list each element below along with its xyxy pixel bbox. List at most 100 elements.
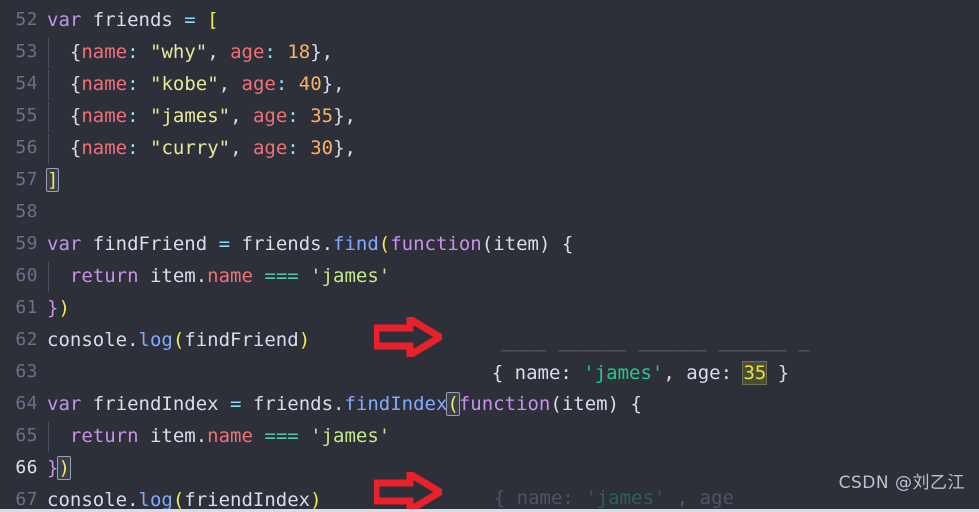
code-content[interactable]: var friends = [ {name: "why", age: 18}, … — [45, 4, 979, 512]
token-method-find: find — [333, 233, 379, 255]
token-property: name — [81, 137, 128, 159]
token-brace-close: } — [47, 297, 59, 319]
indent-guide — [48, 262, 49, 292]
output-close-brace: } — [766, 362, 790, 384]
token-brace: { — [69, 73, 82, 95]
code-line-56[interactable]: {name: "curry", age: 30}, — [47, 132, 979, 164]
token-brace-close: }, — [333, 137, 356, 159]
token-number: 30 — [298, 137, 334, 159]
token-property: name — [207, 265, 253, 287]
token-string: 'james' — [310, 425, 391, 447]
token-number: 35 — [298, 105, 334, 127]
token-colon: : — [275, 73, 288, 95]
line-number: 60 — [15, 265, 38, 286]
token-argument: findFriend — [184, 329, 299, 351]
code-line-54[interactable]: {name: "kobe", age: 40}, — [47, 68, 979, 100]
code-line-55[interactable]: {name: "james", age: 35}, — [47, 100, 979, 132]
token-comma: , — [230, 105, 253, 127]
token-keyword-function: function — [390, 233, 482, 255]
code-line-57[interactable]: ] — [45, 164, 979, 196]
code-line-65[interactable]: return item.name === 'james' — [47, 420, 979, 452]
token-equality: === — [252, 265, 311, 287]
output-key-name: name: — [514, 362, 584, 384]
token-keyword-return: return — [69, 265, 139, 287]
token-operator: = — [184, 9, 196, 31]
token-paren-close: ) — [298, 329, 311, 351]
indent-guide — [48, 422, 49, 452]
token-colon: : — [127, 41, 139, 63]
token-brace: { — [69, 41, 82, 63]
code-line-52[interactable]: var friends = [ — [47, 4, 979, 36]
line-number: 63 — [15, 361, 38, 382]
token-string: "curry" — [138, 137, 231, 159]
token-object: friends. — [230, 233, 334, 255]
token-bracket-matched: ] — [45, 168, 60, 192]
token-identifier: friendIndex — [81, 393, 231, 415]
token-object-console: console. — [47, 489, 139, 511]
code-line-60[interactable]: return item.name === 'james' — [47, 260, 979, 292]
token-keyword: var — [47, 393, 82, 415]
token-brace-close: }, — [321, 73, 345, 95]
token-number: 18 — [275, 41, 311, 63]
code-editor[interactable]: 52 53 54 55 56 57 58 59 60 61 62 63 64 6… — [0, 0, 979, 512]
token-keyword: var — [47, 9, 82, 31]
token-string: 'james' — [310, 265, 391, 287]
token-property: name — [81, 41, 128, 63]
token-property: age — [252, 105, 288, 127]
line-number: 58 — [15, 201, 38, 222]
indent-guide — [48, 134, 49, 164]
line-number: 67 — [15, 489, 38, 510]
token-object: item. — [138, 265, 208, 287]
arrow-right-icon — [374, 317, 442, 357]
code-line-58[interactable] — [47, 196, 979, 228]
token-method-log: log — [138, 489, 173, 511]
token-comma: , — [218, 73, 242, 95]
token-bracket: [ — [195, 9, 219, 31]
line-number: 52 — [15, 9, 38, 30]
token-paren-close: ) — [310, 489, 322, 511]
inline-output-findfriend: { name: 'james', age: 35 } — [446, 325, 789, 421]
token-property: age — [230, 41, 265, 63]
token-colon: : — [127, 73, 139, 95]
line-number: 56 — [15, 137, 38, 158]
line-number-gutter: 52 53 54 55 56 57 58 59 60 61 62 63 64 6… — [0, 0, 47, 512]
token-brace-close: }, — [310, 41, 334, 63]
token-colon: : — [264, 41, 276, 63]
indent-guide — [48, 38, 49, 68]
token-method-log: log — [138, 329, 173, 351]
arrow-right-icon — [374, 472, 442, 512]
annotation-arrow-findfriend — [374, 317, 442, 357]
code-line-61[interactable]: }) — [47, 292, 979, 324]
indent-guide — [48, 102, 49, 132]
token-paren: ( — [172, 329, 185, 351]
token-argument: friendIndex — [184, 489, 311, 511]
token-keyword: var — [47, 233, 82, 255]
annotation-arrow-friendindex — [374, 472, 442, 512]
token-colon: : — [287, 105, 299, 127]
token-identifier: findFriend — [81, 233, 219, 255]
code-line-59[interactable]: var findFriend = friends.find(function(i… — [47, 228, 979, 260]
token-keyword-return: return — [69, 425, 139, 447]
token-identifier: friends — [81, 9, 185, 31]
line-number: 59 — [15, 233, 38, 254]
token-colon: : — [127, 105, 139, 127]
line-number: 53 — [15, 41, 38, 62]
token-equality: === — [252, 425, 311, 447]
token-string: "james" — [138, 105, 231, 127]
code-line-53[interactable]: {name: "why", age: 18}, — [47, 36, 979, 68]
token-object: friends. — [241, 393, 345, 415]
token-object-console: console. — [47, 329, 139, 351]
token-paren-close: ) — [58, 297, 70, 319]
line-number: 54 — [15, 73, 38, 94]
token-operator: = — [218, 233, 231, 255]
line-number: 61 — [15, 297, 38, 318]
token-property: name — [81, 73, 128, 95]
output-separator: , — [663, 362, 687, 384]
token-colon: : — [287, 137, 299, 159]
token-comma: , — [207, 41, 231, 63]
token-method-findindex: findIndex — [344, 393, 448, 415]
inline-output-friendindex: 2 — [446, 477, 503, 512]
token-property: name — [81, 105, 128, 127]
token-paren: ( — [378, 233, 391, 255]
output-open-brace: { — [491, 362, 515, 384]
